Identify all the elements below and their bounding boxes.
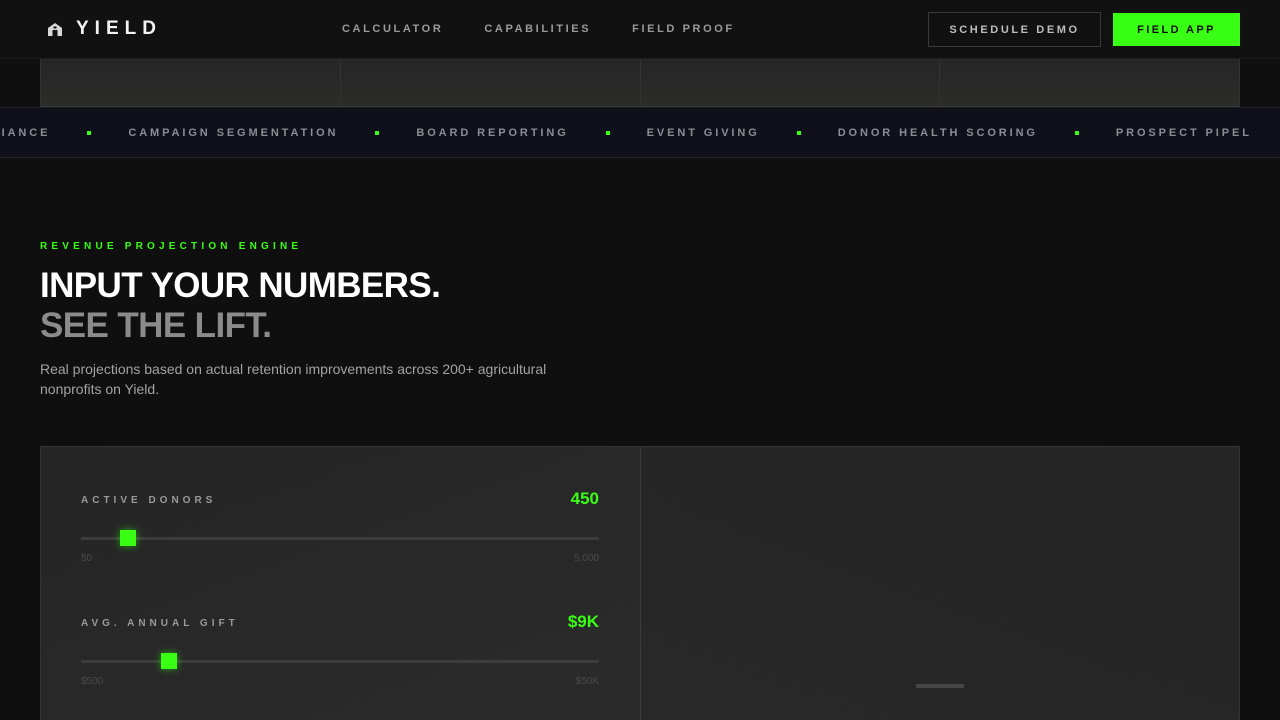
slider-max-label: 5,000 <box>573 553 599 564</box>
field-app-button[interactable]: FIELD APP <box>1113 13 1240 46</box>
nav-link-calculator[interactable]: CALCULATOR <box>342 23 443 35</box>
schedule-demo-button[interactable]: SCHEDULE DEMO <box>928 12 1101 47</box>
brand-logo[interactable]: YIELD <box>46 18 162 40</box>
stat-card <box>939 59 1240 107</box>
capabilities-ticker: LIANCE CAMPAIGN SEGMENTATION BOARD REPOR… <box>0 107 1280 158</box>
slider-thumb[interactable] <box>119 530 136 546</box>
calculator-results <box>641 447 1239 720</box>
slider-max-label: $50K <box>575 676 599 687</box>
ticker-track: LIANCE CAMPAIGN SEGMENTATION BOARD REPOR… <box>0 127 1252 139</box>
stat-card <box>339 59 640 107</box>
revenue-calculator: ACTIVE DONORS 450 50 5,000 AVG. ANNUAL G… <box>40 446 1240 720</box>
ticker-item: PROSPECT PIPEL <box>1115 127 1252 139</box>
field-value: $9K <box>567 612 599 631</box>
headline-primary: INPUT YOUR NUMBERS. <box>40 266 441 305</box>
section-eyebrow: REVENUE PROJECTION ENGINE <box>40 241 303 252</box>
slider-min-label: 50 <box>81 553 93 564</box>
slider-thumb[interactable] <box>161 653 178 669</box>
calculator-inputs: ACTIVE DONORS 450 50 5,000 AVG. ANNUAL G… <box>41 447 641 720</box>
stat-card <box>639 59 940 107</box>
ticker-separator-icon <box>1074 130 1079 135</box>
ticker-separator-icon <box>796 130 801 135</box>
ticker-item: EVENT GIVING <box>646 127 760 139</box>
top-nav: YIELD CALCULATOR CAPABILITIES FIELD PROO… <box>0 0 1280 59</box>
nav-link-field-proof[interactable]: FIELD PROOF <box>632 23 735 35</box>
field-value: 450 <box>570 489 599 508</box>
stats-strip <box>40 59 1240 107</box>
nav-links: CALCULATOR CAPABILITIES FIELD PROOF <box>342 23 735 35</box>
section-subhead: Real projections based on actual retenti… <box>40 361 547 397</box>
ticker-item: CAMPAIGN SEGMENTATION <box>128 127 339 139</box>
ticker-separator-icon <box>605 130 610 135</box>
slider-min-label: $500 <box>81 676 104 687</box>
stat-card <box>40 59 340 107</box>
nav-link-capabilities[interactable]: CAPABILITIES <box>484 23 591 35</box>
result-loading-bar <box>916 684 964 688</box>
ticker-separator-icon <box>375 130 380 135</box>
avg-annual-gift-slider[interactable] <box>81 653 599 669</box>
ticker-separator-icon <box>87 130 92 135</box>
headline-secondary: SEE THE LIFT. <box>40 306 272 345</box>
ticker-item: LIANCE <box>0 127 51 139</box>
active-donors-slider[interactable] <box>81 530 599 546</box>
barn-icon <box>48 23 62 36</box>
field-label: AVG. ANNUAL GIFT <box>81 618 239 629</box>
brand-name: YIELD <box>76 18 162 39</box>
field-label: ACTIVE DONORS <box>81 495 217 506</box>
ticker-item: DONOR HEALTH SCORING <box>837 127 1038 139</box>
ticker-item: BOARD REPORTING <box>416 127 569 139</box>
